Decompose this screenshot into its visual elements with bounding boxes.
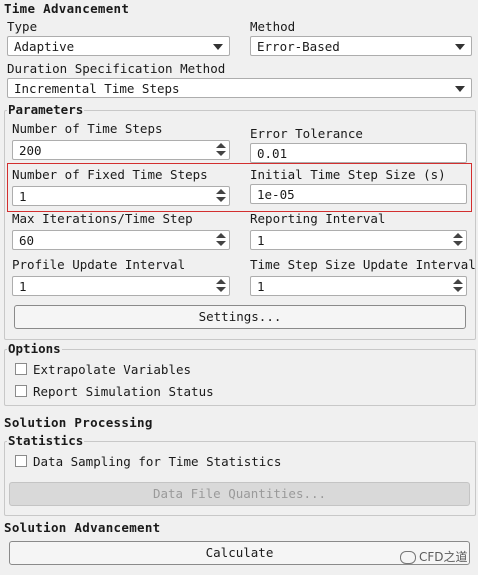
watermark: CFD之道: [400, 548, 468, 565]
error-tolerance-label: Error Tolerance: [250, 126, 363, 141]
step-size-update-label: Time Step Size Update Interval: [250, 257, 476, 272]
reporting-interval-value: 1: [257, 233, 265, 248]
data-file-quantities-button[interactable]: Data File Quantities...: [9, 482, 470, 506]
duration-value: Incremental Time Steps: [14, 81, 180, 96]
error-tolerance-value: 0.01: [257, 146, 288, 161]
spinner-icon[interactable]: [452, 232, 464, 248]
step-size-update-input[interactable]: 1: [250, 276, 467, 296]
max-iterations-input[interactable]: 60: [12, 230, 230, 250]
chevron-down-icon: [455, 86, 465, 92]
spinner-icon[interactable]: [215, 142, 227, 158]
data-sampling-label: Data Sampling for Time Statistics: [33, 454, 282, 469]
max-iterations-value: 60: [19, 233, 35, 248]
parameters-title: Parameters: [7, 102, 85, 117]
duration-dropdown[interactable]: Incremental Time Steps: [7, 78, 472, 98]
solution-advancement-title: Solution Advancement: [4, 520, 161, 535]
method-label: Method: [250, 19, 296, 34]
profile-update-label: Profile Update Interval: [12, 257, 186, 272]
initial-step-size-label: Initial Time Step Size (s): [250, 167, 446, 182]
num-fixed-steps-input[interactable]: 1: [12, 186, 230, 206]
settings-button[interactable]: Settings...: [14, 305, 466, 329]
solution-processing-title: Solution Processing: [4, 415, 153, 430]
method-value: Error-Based: [257, 39, 340, 54]
statistics-title: Statistics: [7, 433, 85, 448]
num-time-steps-input[interactable]: 200: [12, 140, 230, 160]
reporting-interval-label: Reporting Interval: [250, 211, 386, 226]
type-label: Type: [7, 19, 38, 34]
num-fixed-steps-value: 1: [19, 189, 27, 204]
initial-step-size-value: 1e-05: [257, 187, 295, 202]
type-value: Adaptive: [14, 39, 75, 54]
num-time-steps-label: Number of Time Steps: [12, 121, 163, 136]
spinner-icon[interactable]: [452, 278, 464, 294]
profile-update-input[interactable]: 1: [12, 276, 230, 296]
spinner-icon[interactable]: [215, 188, 227, 204]
report-status-checkbox[interactable]: [15, 385, 27, 397]
reporting-interval-input[interactable]: 1: [250, 230, 467, 250]
chevron-down-icon: [213, 44, 223, 50]
options-title: Options: [7, 341, 62, 356]
num-time-steps-value: 200: [19, 143, 42, 158]
chevron-down-icon: [455, 44, 465, 50]
initial-step-size-input[interactable]: 1e-05: [250, 184, 467, 204]
wechat-icon: [400, 551, 416, 564]
spinner-icon[interactable]: [215, 278, 227, 294]
time-advancement-title: Time Advancement: [4, 1, 130, 16]
data-sampling-checkbox[interactable]: [15, 455, 27, 467]
max-iterations-label: Max Iterations/Time Step: [12, 211, 193, 226]
step-size-update-value: 1: [257, 279, 265, 294]
report-status-label: Report Simulation Status: [33, 384, 214, 399]
num-fixed-steps-label: Number of Fixed Time Steps: [12, 167, 208, 182]
method-dropdown[interactable]: Error-Based: [250, 36, 472, 56]
profile-update-value: 1: [19, 279, 27, 294]
error-tolerance-input[interactable]: 0.01: [250, 143, 467, 163]
type-dropdown[interactable]: Adaptive: [7, 36, 230, 56]
spinner-icon[interactable]: [215, 232, 227, 248]
duration-label: Duration Specification Method: [7, 61, 226, 76]
extrapolate-checkbox[interactable]: [15, 363, 27, 375]
extrapolate-label: Extrapolate Variables: [33, 362, 192, 377]
watermark-text: CFD之道: [419, 550, 468, 564]
